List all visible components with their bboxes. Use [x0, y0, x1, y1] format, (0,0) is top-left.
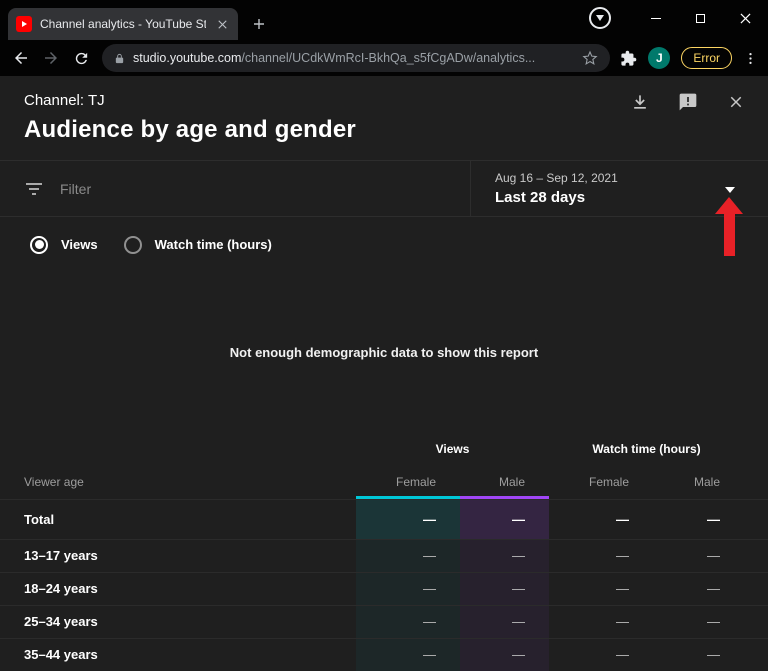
filter-bar: Aug 16 – Sep 12, 2021 Last 28 days — [0, 160, 768, 217]
browser-menu-kebab-icon[interactable] — [743, 51, 758, 66]
row-label: 35–44 years — [0, 637, 356, 671]
row-label: 13–17 years — [0, 538, 356, 572]
cell-value: — — [549, 637, 653, 671]
annotation-arrow-head — [715, 197, 743, 214]
table-row: 35–44 years — — — — — [0, 637, 768, 671]
cell-value: — — [356, 571, 460, 605]
feedback-icon[interactable] — [678, 92, 698, 112]
filter-funnel-icon — [26, 182, 44, 196]
table-row: 25–34 years — — — — — [0, 604, 768, 638]
column-header-watch-female: Female — [588, 475, 629, 490]
metric-selector: Views Watch time (hours) — [0, 217, 768, 272]
toolbar-right-icons: J Error — [616, 47, 762, 69]
new-tab-button[interactable] — [246, 11, 272, 37]
cell-value: — — [460, 571, 549, 605]
cell-value: — — [356, 498, 460, 539]
forward-icon[interactable] — [36, 44, 66, 72]
views-male-accent-bar — [460, 495, 549, 499]
radio-unselected-icon — [123, 235, 142, 254]
table-subheader-row: Viewer age Female Male Female Male — [0, 466, 768, 499]
annotation-arrow — [715, 197, 743, 256]
date-range-dates: Aug 16 – Sep 12, 2021 — [495, 171, 618, 185]
table-row: 18–24 years — — — — — [0, 571, 768, 605]
cell-value: — — [460, 604, 549, 638]
row-label: 25–34 years — [0, 604, 356, 638]
annotation-arrow-shaft — [723, 214, 735, 256]
group-header-views: Views — [435, 442, 470, 456]
page-title: Audience by age and gender — [24, 116, 356, 143]
date-range-selected: Last 28 days — [495, 189, 586, 206]
row-label: Total — [0, 498, 356, 539]
browser-tab-strip: Channel analytics - YouTube Studio — [0, 0, 768, 40]
table-group-header-row: Views Watch time (hours) — [0, 432, 768, 466]
cell-value: — — [653, 637, 768, 671]
row-label: 18–24 years — [0, 571, 356, 605]
url-domain: studio.youtube.com — [133, 51, 242, 65]
cell-value: — — [549, 498, 653, 539]
media-control-icon[interactable] — [589, 7, 611, 29]
reload-icon[interactable] — [66, 44, 96, 72]
cell-value: — — [653, 571, 768, 605]
profile-avatar[interactable]: J — [648, 47, 671, 69]
url-text: studio.youtube.com/channel/UCdkWmRcI-Bkh… — [133, 51, 574, 65]
tab-close-icon[interactable] — [214, 16, 230, 32]
table-row: 13–17 years — — — — — [0, 538, 768, 572]
youtube-favicon-icon — [16, 16, 32, 32]
cell-value: — — [653, 498, 768, 539]
lock-icon — [114, 52, 125, 65]
cell-value: — — [460, 637, 549, 671]
back-icon[interactable] — [6, 44, 36, 72]
radio-views-label: Views — [61, 237, 98, 252]
views-female-accent-bar — [356, 495, 460, 499]
filter-field[interactable] — [0, 161, 470, 216]
bookmark-star-icon[interactable] — [582, 50, 598, 66]
download-icon[interactable] — [630, 92, 650, 112]
window-minimize-button[interactable] — [633, 0, 678, 36]
filter-input[interactable] — [60, 180, 470, 197]
window-controls — [589, 0, 768, 36]
chevron-down-icon[interactable] — [725, 187, 735, 193]
tab-title: Channel analytics - YouTube Studio — [40, 17, 206, 31]
cell-value: — — [653, 604, 768, 638]
radio-watch-time-label: Watch time (hours) — [154, 237, 272, 252]
address-bar[interactable]: studio.youtube.com/channel/UCdkWmRcI-Bkh… — [102, 44, 611, 72]
empty-message: Not enough demographic data to show this… — [229, 344, 539, 360]
empty-state: Not enough demographic data to show this… — [0, 272, 768, 432]
url-path: /channel/UCdkWmRcI-BkhQa_s5fCgADw/analyt… — [241, 51, 536, 65]
error-badge[interactable]: Error — [681, 47, 732, 69]
cell-value: — — [356, 637, 460, 671]
radio-selected-icon — [30, 235, 48, 254]
spacer — [0, 432, 356, 466]
cell-value: — — [653, 538, 768, 572]
cell-value: — — [549, 538, 653, 572]
page-header: Channel: TJ Audience by age and gender — [0, 76, 768, 160]
cell-value: — — [356, 538, 460, 572]
cell-value: — — [460, 498, 549, 539]
window-maximize-button[interactable] — [678, 0, 723, 36]
browser-tab[interactable]: Channel analytics - YouTube Studio — [8, 8, 238, 40]
table-row-total: Total — — — — — [0, 498, 768, 539]
column-header-views-female: Female — [356, 466, 460, 499]
page-header-actions — [630, 92, 746, 112]
window-close-button[interactable] — [723, 0, 768, 36]
cell-value: — — [549, 571, 653, 605]
column-header-viewer-age: Viewer age — [24, 475, 84, 490]
group-header-watch-time: Watch time (hours) — [592, 442, 701, 456]
cell-value: — — [549, 604, 653, 638]
demographics-table: Views Watch time (hours) Viewer age Fema… — [0, 432, 768, 671]
extensions-puzzle-icon[interactable] — [620, 50, 637, 67]
cell-value: — — [356, 604, 460, 638]
browser-toolbar: studio.youtube.com/channel/UCdkWmRcI-Bkh… — [0, 40, 768, 76]
column-header-views-male: Male — [460, 466, 549, 499]
column-header-watch-male: Male — [694, 475, 721, 490]
cell-value: — — [460, 538, 549, 572]
radio-views[interactable]: Views — [30, 235, 98, 254]
radio-watch-time[interactable]: Watch time (hours) — [123, 235, 272, 254]
close-icon[interactable] — [726, 92, 746, 112]
